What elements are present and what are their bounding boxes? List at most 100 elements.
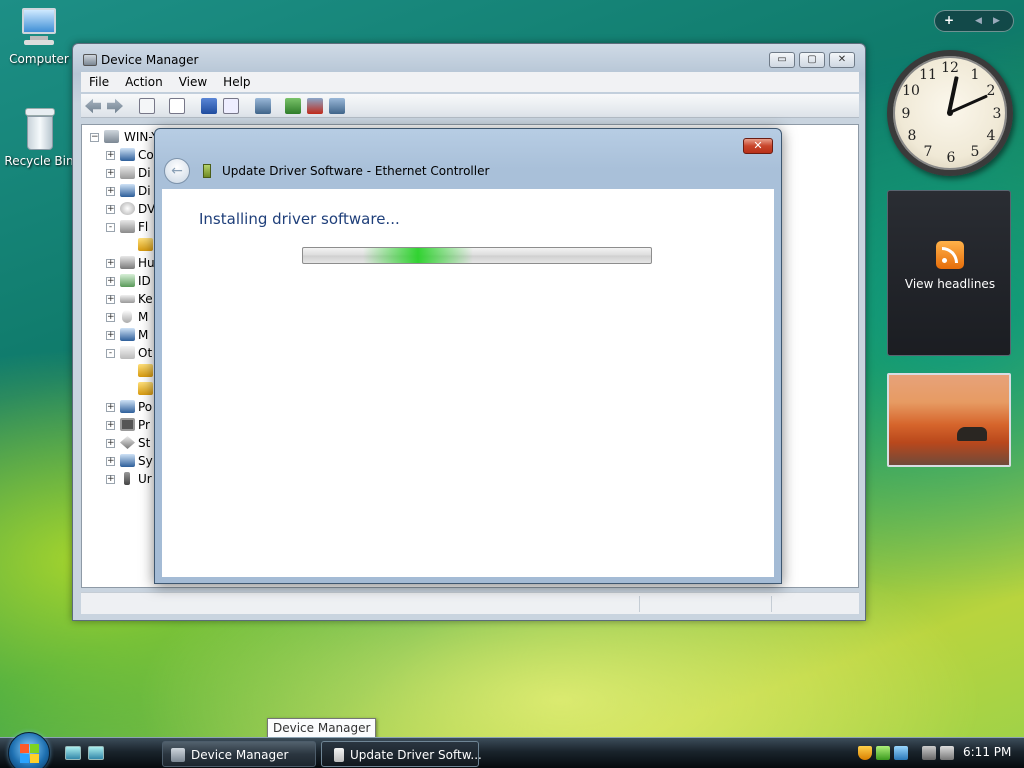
device-manager-title-icon — [83, 54, 97, 66]
expand-toggle[interactable]: + — [106, 259, 115, 268]
menu-action[interactable]: Action — [117, 72, 171, 89]
computer-icon — [104, 130, 119, 143]
progress-marquee — [363, 248, 473, 263]
window-title: Device Manager — [101, 53, 198, 67]
expand-toggle[interactable]: + — [106, 421, 115, 430]
warning-device-icon — [138, 238, 153, 251]
expand-toggle[interactable]: + — [106, 295, 115, 304]
volume-muted-icon[interactable] — [940, 746, 954, 760]
system-devices-icon — [120, 454, 135, 467]
expand-toggle[interactable]: + — [106, 313, 115, 322]
update-tray-icon[interactable] — [876, 746, 890, 760]
monitor-icon — [120, 328, 135, 341]
clock-number: 11 — [918, 67, 938, 83]
forward-arrow-icon[interactable] — [107, 98, 123, 114]
network-disconnected-icon[interactable] — [922, 746, 936, 760]
expand-toggle[interactable]: + — [106, 331, 115, 340]
add-gadget-button[interactable]: + — [944, 13, 954, 27]
update-driver-icon — [334, 748, 344, 762]
toolbar — [81, 94, 859, 118]
expand-toggle[interactable]: + — [106, 457, 115, 466]
expand-toggle[interactable]: + — [106, 205, 115, 214]
uninstall-icon[interactable] — [307, 98, 323, 114]
tree-item-label: M — [138, 328, 148, 342]
clock-number: 12 — [940, 60, 960, 76]
tray-app-icon[interactable] — [894, 746, 908, 760]
tree-item-label: DV — [138, 202, 155, 216]
dialog-close-button[interactable]: ✕ — [743, 138, 773, 154]
recycle-bin-icon — [19, 106, 59, 152]
feed-headlines-gadget[interactable]: View headlines — [887, 190, 1011, 356]
view-icon[interactable] — [223, 98, 239, 114]
expand-toggle[interactable]: + — [106, 403, 115, 412]
oryx-silhouette — [957, 427, 987, 441]
taskbar-button-label: Device Manager — [191, 748, 288, 762]
storage-controller-icon — [120, 436, 135, 449]
start-button[interactable] — [8, 732, 50, 768]
clock-number: 5 — [965, 144, 985, 160]
dialog-title: Update Driver Software - Ethernet Contro… — [222, 164, 489, 178]
expand-toggle[interactable]: + — [106, 277, 115, 286]
network-adapter-icon — [203, 164, 211, 178]
windows-logo-icon — [20, 744, 29, 753]
taskbar-button-label: Update Driver Softw... — [350, 748, 482, 762]
taskbar-tooltip: Device Manager — [267, 718, 376, 738]
back-arrow-icon[interactable] — [85, 98, 101, 114]
back-button[interactable]: ← — [164, 158, 190, 184]
floppy-controller-icon — [120, 220, 135, 233]
update-driver-dialog: ✕ ← Update Driver Software - Ethernet Co… — [154, 128, 782, 584]
status-bar — [81, 592, 859, 614]
security-shield-icon[interactable] — [858, 746, 872, 760]
switch-windows-icon[interactable] — [88, 746, 104, 760]
expand-toggle[interactable]: + — [106, 169, 115, 178]
expand-toggle[interactable]: + — [106, 475, 115, 484]
slideshow-gadget[interactable] — [887, 373, 1011, 467]
clock-number: 10 — [901, 83, 921, 99]
next-gadget-button[interactable]: ▶ — [993, 16, 1000, 26]
expand-toggle[interactable]: + — [106, 151, 115, 160]
tree-item-label: Sy — [138, 454, 153, 468]
show-desktop-icon[interactable] — [65, 746, 81, 760]
collapse-toggle[interactable]: - — [106, 349, 115, 358]
clock-number: 9 — [896, 106, 916, 122]
disable-device-icon[interactable] — [329, 98, 345, 114]
expand-toggle[interactable]: + — [106, 439, 115, 448]
tree-item-label: Ur — [138, 472, 152, 486]
sidebar-controls: + ◀ ▶ — [934, 10, 1014, 32]
scan-hardware-icon[interactable] — [255, 98, 271, 114]
show-hide-tree-icon[interactable] — [139, 98, 155, 114]
menu-file[interactable]: File — [81, 72, 117, 89]
desktop-icon-recycle-bin[interactable]: Recycle Bin — [4, 106, 74, 168]
update-driver-icon[interactable] — [285, 98, 301, 114]
prev-gadget-button[interactable]: ◀ — [975, 16, 982, 26]
processor-icon — [120, 418, 135, 431]
clock-gadget[interactable]: 12 1 2 3 4 5 6 7 8 9 10 11 — [887, 50, 1013, 176]
minimize-button[interactable]: ▭ — [769, 52, 795, 68]
feed-label[interactable]: View headlines — [888, 277, 1012, 291]
tree-item-label: M — [138, 310, 148, 324]
clock-number: 4 — [981, 128, 1001, 144]
tree-item-label: Po — [138, 400, 152, 414]
taskbar-clock[interactable]: 6:11 PM — [963, 745, 1011, 759]
menu-bar: FileActionViewHelp — [81, 72, 859, 92]
display-adapter-icon — [120, 184, 135, 197]
help-icon[interactable] — [201, 98, 217, 114]
menu-view[interactable]: View — [171, 72, 215, 89]
taskbar-button-device-manager[interactable]: Device Manager — [162, 741, 316, 767]
expand-toggle[interactable]: + — [106, 187, 115, 196]
taskbar-button-update-driver[interactable]: Update Driver Softw... — [321, 741, 479, 767]
clock-number: 8 — [902, 128, 922, 144]
windows-logo-icon — [30, 744, 39, 753]
desktop-icon-computer[interactable]: Computer — [4, 6, 74, 66]
clock-number: 7 — [918, 144, 938, 160]
tree-item-label: Fl — [138, 220, 148, 234]
device-manager-icon — [171, 748, 185, 762]
progress-bar — [302, 247, 652, 264]
collapse-toggle[interactable]: − — [90, 133, 99, 142]
menu-help[interactable]: Help — [215, 72, 258, 89]
collapse-toggle[interactable]: - — [106, 223, 115, 232]
maximize-button[interactable]: ▢ — [799, 52, 825, 68]
other-devices-icon — [120, 346, 135, 359]
close-button[interactable]: ✕ — [829, 52, 855, 68]
properties-icon[interactable] — [169, 98, 185, 114]
